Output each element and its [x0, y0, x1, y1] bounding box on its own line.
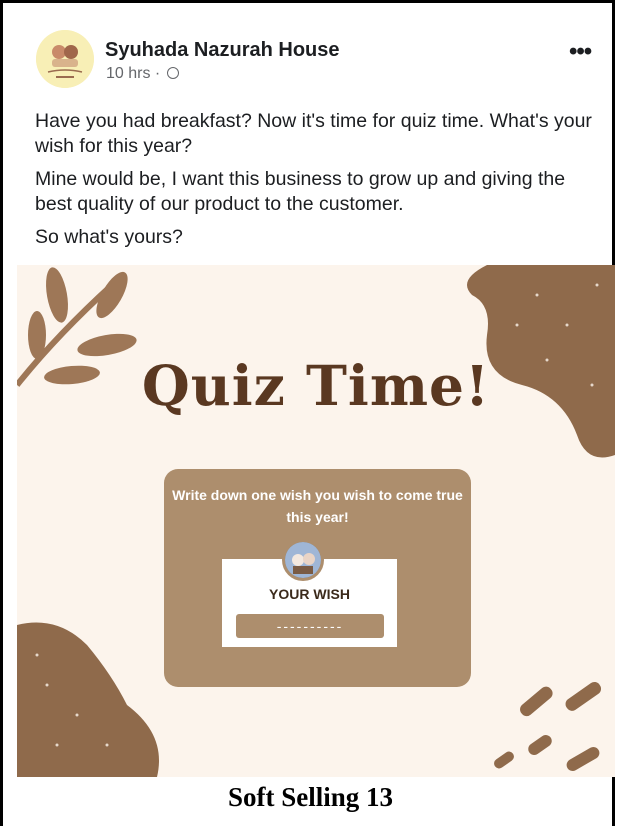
figure-caption: Soft Selling 13: [227, 782, 394, 812]
timestamp-text: 10 hrs ·: [106, 65, 165, 82]
post-text: Have you had breakfast? Now it's time fo…: [35, 109, 605, 258]
wish-label: YOUR WISH: [269, 586, 350, 602]
post-header: Syuhada Nazurah House 10 hrs · •••: [3, 3, 612, 103]
post-image[interactable]: Quiz Time! Write down one wish you wish …: [17, 265, 615, 777]
wish-card: Write down one wish you wish to come tru…: [164, 469, 471, 687]
avatar-logo-icon: [36, 30, 94, 88]
page-name-link[interactable]: Syuhada Nazurah House: [105, 39, 340, 62]
wish-photo-icon: [282, 539, 324, 581]
brush-strokes: [494, 681, 602, 771]
post-timestamp[interactable]: 10 hrs ·: [106, 65, 179, 83]
blob-bottom-left: [17, 622, 159, 777]
wish-line: ----------: [236, 614, 384, 638]
post-paragraph: Mine would be, I want this business to g…: [35, 168, 566, 215]
post-paragraph: Have you had breakfast? Now it's time fo…: [35, 110, 592, 157]
globe-icon: [166, 67, 179, 79]
more-options-button[interactable]: •••: [569, 38, 592, 66]
page-avatar[interactable]: [36, 30, 94, 88]
post-paragraph: So what's yours?: [35, 226, 183, 248]
quiz-title: Quiz Time!: [141, 353, 491, 418]
card-instruction: Write down one wish you wish to come tru…: [172, 487, 463, 525]
